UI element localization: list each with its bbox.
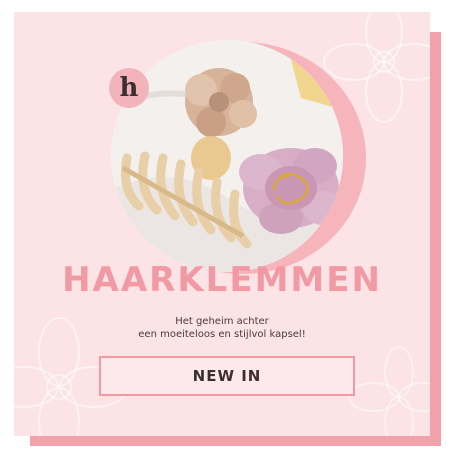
promo-banner[interactable]: h HAARKLEMMEN Het geheim achter een moei… bbox=[14, 12, 430, 436]
flower-decoration-icon bbox=[348, 346, 430, 436]
tagline-line-2: een moeiteloos en stijlvol kapsel! bbox=[138, 329, 306, 340]
banner-headline: HAARKLEMMEN bbox=[62, 260, 382, 300]
new-in-button[interactable]: NEW IN bbox=[99, 356, 355, 396]
new-in-button-label: NEW IN bbox=[192, 367, 262, 385]
product-photo[interactable] bbox=[111, 40, 343, 272]
tagline-line-1: Het geheim achter bbox=[175, 316, 269, 327]
logo-h-icon[interactable]: h bbox=[109, 68, 149, 108]
hair-accessories-image bbox=[111, 40, 343, 272]
logo-letter: h bbox=[119, 73, 139, 103]
banner-tagline: Het geheim achter een moeiteloos en stij… bbox=[14, 315, 430, 341]
